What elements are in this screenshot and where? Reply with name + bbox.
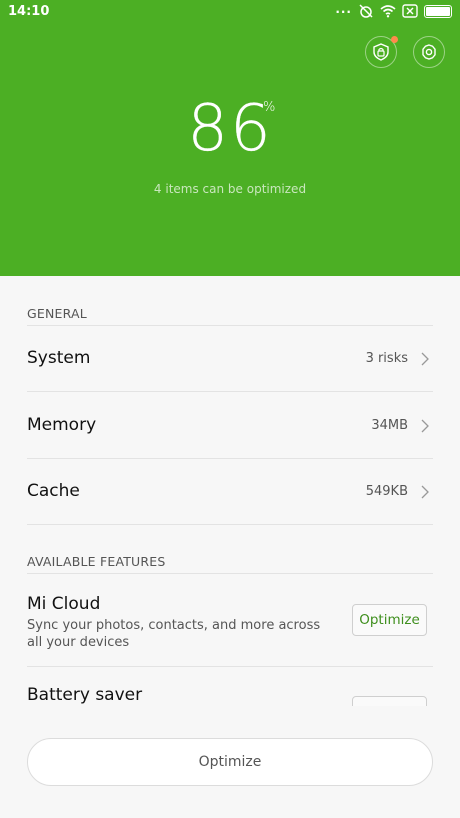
hero-panel: 14:10 ... 86 % 4 items can be optimized [0,0,460,276]
divider [27,325,433,326]
optimize-button[interactable]: Optimize [27,738,433,786]
status-time: 14:10 [8,4,50,19]
score-display: 86 % [0,92,460,166]
alarm-off-icon [359,4,373,18]
divider [27,524,433,525]
score-value: 86 [187,92,273,166]
settings-button[interactable] [413,36,445,68]
notification-dots-icon: ... [335,2,352,16]
row-value: 34MB [371,418,408,433]
feature-description: Sync your photos, contacts, and more acr… [27,618,321,650]
row-label: Cache [27,481,80,501]
chevron-right-icon [421,352,429,366]
chevron-right-icon [421,485,429,499]
mi-cloud-optimize-button[interactable]: Optimize [352,604,427,636]
divider [27,458,433,459]
row-value: 549KB [365,484,408,499]
notification-dot [391,36,398,43]
row-label: Memory [27,415,97,435]
chevron-right-icon [421,419,429,433]
divider [27,666,433,667]
sim-disabled-icon [402,4,418,18]
privacy-button[interactable] [365,36,398,68]
content-area: GENERAL System 3 risks Memory 34MB Cache… [0,276,460,818]
status-bar: 14:10 ... [0,0,460,26]
status-icons: ... [335,2,452,19]
section-general-title: GENERAL [27,306,87,321]
divider [27,573,433,574]
section-features-title: AVAILABLE FEATURES [27,554,166,569]
gear-icon [422,44,436,60]
battery-icon [424,4,452,18]
divider [27,391,433,392]
feature-title: Mi Cloud [27,594,101,614]
optimize-summary: 4 items can be optimized [153,182,307,196]
row-value: 3 risks [365,351,408,366]
score-unit: % [263,100,276,115]
shield-lock-icon [373,43,389,61]
feature-title: Battery saver [27,685,143,705]
row-label: System [27,348,91,368]
wifi-icon [380,5,396,18]
